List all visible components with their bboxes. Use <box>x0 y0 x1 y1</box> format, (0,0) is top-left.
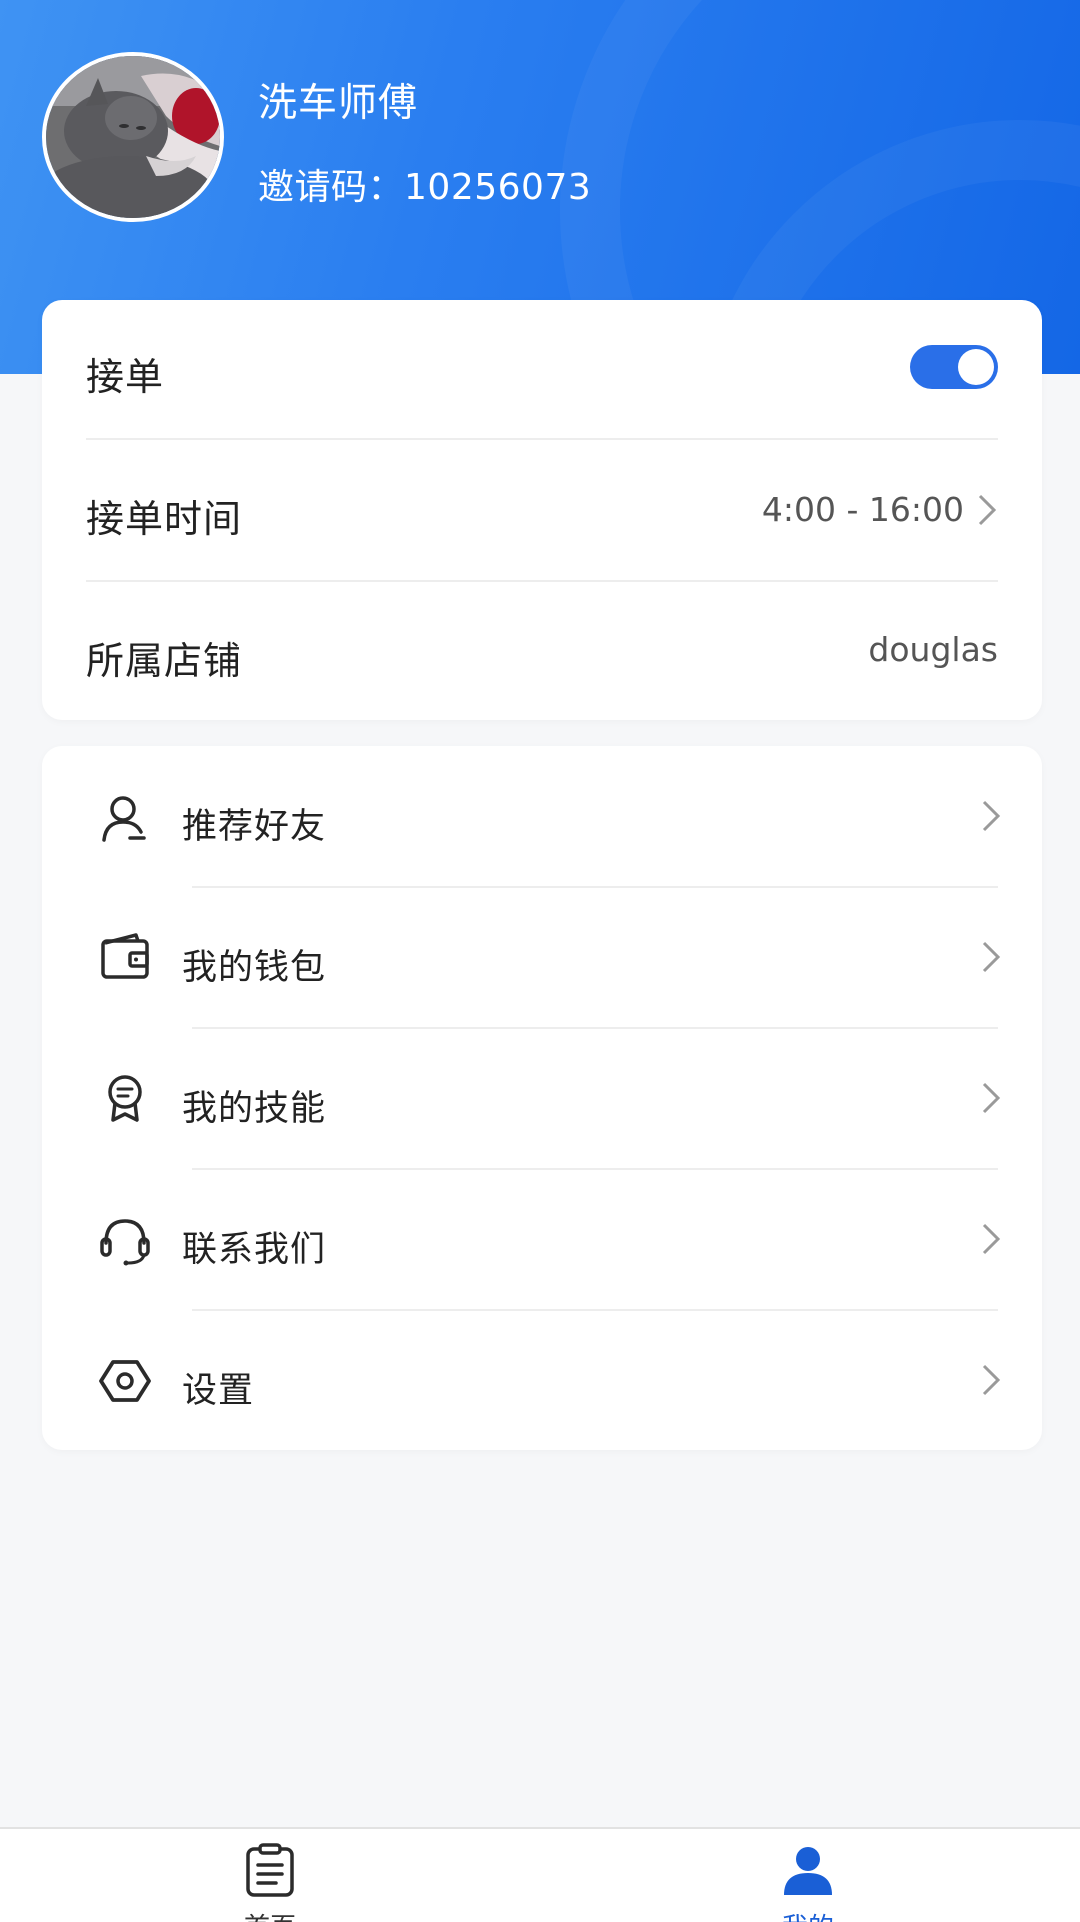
clipboard-icon <box>246 1843 294 1897</box>
toggle-knob <box>958 349 994 385</box>
shop-value: douglas <box>868 630 998 669</box>
tab-mine[interactable]: 我的 <box>708 1829 908 1922</box>
menu-item-label: 推荐好友 <box>182 807 327 847</box>
wallet-icon <box>101 933 149 979</box>
accept-hours-label: 接单时间 <box>86 497 243 541</box>
chevron-right-icon <box>982 941 1001 973</box>
chevron-right-icon <box>982 1082 1001 1114</box>
user-name: 洗车师傅 <box>258 81 419 126</box>
accept-orders-row: 接单 <box>42 300 1042 440</box>
chevron-right-icon <box>982 1223 1001 1255</box>
menu-item-contact[interactable]: 联系我们 <box>42 1169 1042 1309</box>
tab-home[interactable]: 首页 <box>170 1829 370 1922</box>
menu-item-label: 联系我们 <box>182 1230 327 1270</box>
accept-orders-toggle[interactable] <box>910 345 998 389</box>
invite-code-row: 邀请码：10256073 <box>258 158 591 210</box>
shop-label: 所属店铺 <box>86 639 243 683</box>
chevron-right-icon <box>982 1364 1001 1396</box>
menu-item-skills[interactable]: 我的技能 <box>42 1028 1042 1168</box>
avatar-photo <box>46 56 220 218</box>
invite-code-label: 邀请码： <box>258 167 405 208</box>
menu-item-refer-friends[interactable]: 推荐好友 <box>42 746 1042 886</box>
invite-code-value: 10256073 <box>404 167 592 208</box>
bottom-tab-bar: 首页 我的 <box>0 1827 1080 1922</box>
menu-item-label: 我的钱包 <box>182 948 327 988</box>
accept-hours-value: 4:00 - 16:00 <box>761 490 964 529</box>
shop-row: 所属店铺 douglas <box>42 582 1042 720</box>
person-icon <box>784 1847 832 1895</box>
chevron-right-icon <box>982 800 1001 832</box>
settings-hexagon-icon <box>99 1360 151 1402</box>
menu-item-settings[interactable]: 设置 <box>42 1310 1042 1450</box>
menu-item-label: 设置 <box>182 1371 255 1411</box>
accept-hours-row[interactable]: 接单时间 4:00 - 16:00 <box>42 440 1042 580</box>
headset-icon <box>100 1219 150 1266</box>
user-referral-icon <box>102 796 146 842</box>
accept-orders-label: 接单 <box>86 355 165 399</box>
menu-item-label: 我的技能 <box>182 1089 327 1129</box>
menu-item-wallet[interactable]: 我的钱包 <box>42 887 1042 1027</box>
menu-card: 推荐好友 我的钱包 我的技能 联系我们 设置 <box>42 746 1042 1450</box>
avatar[interactable] <box>42 52 224 222</box>
order-settings-card: 接单 接单时间 4:00 - 16:00 所属店铺 douglas <box>42 300 1042 720</box>
chevron-right-icon <box>978 494 997 526</box>
skill-badge-icon <box>108 1075 142 1122</box>
